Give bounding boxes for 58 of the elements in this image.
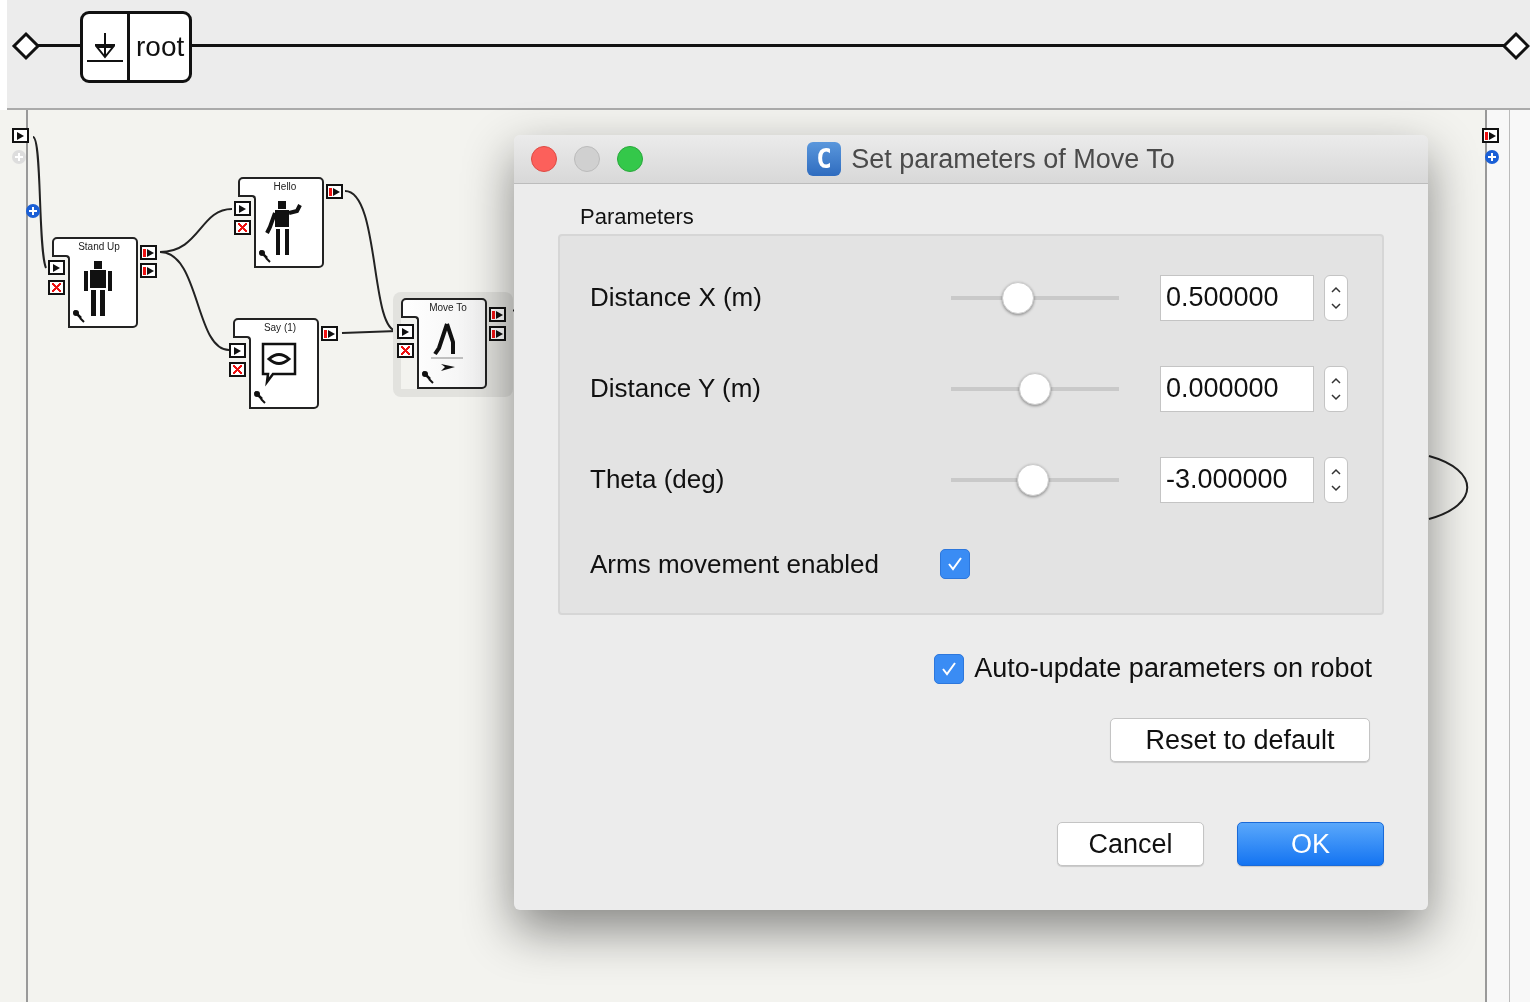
diamond-icon	[1501, 31, 1530, 61]
stop-port-icon[interactable]	[397, 343, 414, 358]
output-port-icon[interactable]	[321, 326, 338, 341]
speech-bubble-icon	[259, 340, 299, 388]
diamond-icon	[11, 31, 41, 61]
behavior-box[interactable]: Stand Up	[52, 237, 138, 328]
close-icon[interactable]	[531, 146, 557, 172]
stop-port-icon[interactable]	[229, 362, 246, 377]
output-port-icon[interactable]	[140, 263, 157, 278]
behavior-box[interactable]: Say (1)	[233, 318, 319, 409]
behavior-box[interactable]: Hello	[238, 177, 324, 268]
minimize-icon	[574, 146, 600, 172]
box-title: Hello	[272, 181, 298, 192]
parameter-label: Arms movement enabled	[590, 548, 881, 580]
connection-wire	[1428, 455, 1469, 520]
parameter-label: Theta (deg)	[590, 464, 726, 495]
wrench-icon[interactable]	[253, 390, 267, 404]
stop-port-icon[interactable]	[234, 220, 251, 235]
stepper-icon[interactable]	[1324, 365, 1348, 412]
group-title: Parameters	[580, 204, 694, 230]
box-title: Stand Up	[77, 241, 121, 252]
stepper-icon[interactable]	[1324, 456, 1348, 503]
stop-port-icon[interactable]	[48, 280, 65, 295]
dialog-title: Set parameters of Move To	[851, 143, 1175, 175]
input-port-icon[interactable]	[229, 343, 246, 358]
output-port-icon[interactable]	[489, 326, 506, 341]
breadcrumb-label: root	[135, 31, 185, 63]
slider-thumb[interactable]	[1017, 463, 1050, 496]
slider-thumb[interactable]	[1002, 281, 1035, 314]
input-port-icon[interactable]	[12, 128, 29, 143]
wrench-icon[interactable]	[258, 249, 272, 263]
input-port-icon[interactable]	[397, 324, 414, 339]
output-port-icon[interactable]	[1482, 128, 1499, 143]
stepper-icon[interactable]	[1324, 274, 1348, 321]
slider-thumb[interactable]	[1019, 372, 1051, 405]
checkbox[interactable]	[940, 549, 970, 579]
checkbox[interactable]	[934, 653, 965, 684]
parameter-label: Distance Y (m)	[590, 373, 762, 404]
behavior-box[interactable]: Move To	[401, 298, 487, 389]
checkbox-label: Auto-update parameters on robot	[974, 653, 1372, 684]
wrench-icon[interactable]	[72, 309, 86, 323]
box-title: Say (1)	[262, 322, 298, 333]
box-title: Move To	[428, 302, 468, 313]
app-icon: C	[807, 142, 842, 176]
value-field[interactable]: -3.000000	[1160, 456, 1314, 503]
output-port-icon[interactable]	[326, 184, 343, 199]
cancel-button[interactable]: Cancel	[1057, 822, 1204, 866]
output-port-icon[interactable]	[489, 307, 506, 322]
output-port-icon[interactable]	[140, 245, 157, 260]
wrench-icon[interactable]	[421, 370, 435, 384]
add-icon[interactable]	[26, 204, 40, 218]
value-field[interactable]: 0.500000	[1160, 274, 1314, 321]
input-port-icon[interactable]	[48, 260, 65, 275]
input-port-icon[interactable]	[234, 201, 251, 216]
root-breadcrumb[interactable]: root	[80, 11, 192, 83]
reset-button[interactable]: Reset to default	[1110, 718, 1370, 762]
value-field[interactable]: 0.000000	[1160, 365, 1314, 412]
parameter-label: Distance X (m)	[590, 282, 763, 313]
